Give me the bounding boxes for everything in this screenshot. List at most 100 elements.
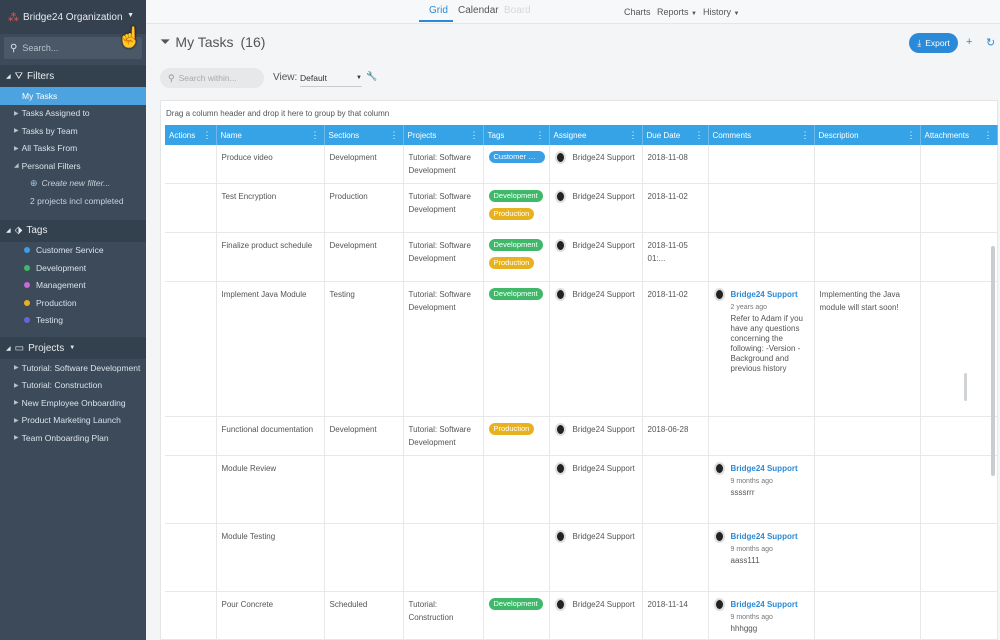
tab-calendar[interactable]: Calendar	[458, 5, 499, 16]
cell-assignee[interactable]: Bridge24 Support	[549, 145, 643, 184]
cell-comments[interactable]	[708, 183, 815, 233]
cell-actions[interactable]	[165, 183, 217, 233]
tag-chip[interactable]: Development	[488, 190, 543, 202]
table-row[interactable]: Test Encryption Production Tutorial: Softw…	[165, 183, 998, 233]
cell-project[interactable]: Tutorial: Software Development	[403, 416, 484, 456]
cell-project[interactable]: Tutorial: Software Development	[403, 232, 484, 282]
cell-attachments[interactable]	[920, 183, 998, 233]
cell-assignee[interactable]: Bridge24 Support	[549, 183, 643, 233]
column-menu-icon[interactable]: ⋮	[470, 130, 479, 141]
menu-history[interactable]: History ▼	[703, 7, 739, 17]
column-header[interactable]: Sections ⋮	[324, 125, 404, 145]
collapse-icon[interactable]: ◢	[6, 345, 11, 352]
cell-comments[interactable]: Bridge24 Support 2 years ago Refer to Adam…	[708, 281, 815, 417]
sidebar-tag-item[interactable]: Development	[0, 259, 146, 277]
cell-assignee[interactable]: Bridge24 Support	[549, 232, 643, 282]
menu-charts[interactable]: Charts	[624, 7, 651, 17]
table-row[interactable]: Module Testing Bridge24 Support Bridge24 S…	[165, 523, 998, 592]
tag-chip[interactable]: Production	[488, 257, 535, 269]
cell-due-date[interactable]: 2018-11-14	[642, 591, 709, 640]
filters-section-header[interactable]: ◢ ⛛ Filters	[0, 65, 146, 87]
cell-due-date[interactable]: 2018-11-02	[642, 183, 709, 233]
cell-section[interactable]: Production	[324, 183, 404, 233]
column-menu-icon[interactable]: ⋮	[536, 130, 545, 141]
tags-section-header[interactable]: ◢ ⬗ Tags	[0, 219, 146, 242]
column-header[interactable]: Assignee ⋮	[549, 125, 643, 145]
sidebar-item-all-tasks-from[interactable]: ▶ All Tasks From	[0, 140, 146, 158]
cell-description[interactable]	[814, 183, 921, 233]
column-menu-icon[interactable]: ⋮	[801, 130, 810, 141]
cell-tags[interactable]: Development	[483, 591, 550, 640]
sidebar-project-item[interactable]: ▶ Tutorial: Construction	[0, 377, 146, 395]
cell-section[interactable]: Testing	[324, 281, 404, 417]
tag-chip[interactable]: Development	[488, 598, 543, 610]
sidebar-item-tasks-assigned[interactable]: ▶ Tasks Assigned to	[0, 105, 146, 123]
cell-attachments[interactable]	[920, 281, 998, 417]
collapse-icon[interactable]: ◢	[6, 227, 11, 234]
cell-comments[interactable]: Bridge24 Support 9 months ago ssssrrr	[708, 455, 815, 524]
cell-name[interactable]: Implement Java Module	[216, 281, 325, 417]
search-within-input[interactable]: ⚲ Search within...	[160, 68, 264, 88]
cell-project[interactable]: Tutorial: Software Development	[403, 281, 484, 417]
cell-section[interactable]: Development	[324, 145, 404, 184]
table-row[interactable]: Pour Concrete Scheduled Tutorial: Construc…	[165, 591, 998, 640]
column-menu-icon[interactable]: ⋮	[311, 130, 320, 141]
table-row[interactable]: Functional documentation Development Tutor…	[165, 416, 998, 456]
column-menu-icon[interactable]: ⋮	[203, 130, 212, 141]
tab-board[interactable]: Board	[504, 5, 531, 16]
cell-assignee[interactable]: Bridge24 Support	[549, 455, 643, 524]
cell-name[interactable]: Module Testing	[216, 523, 325, 592]
cell-description[interactable]	[814, 416, 921, 456]
cell-due-date[interactable]: 2018-11-05 01:...	[642, 232, 709, 282]
cell-due-date[interactable]	[642, 523, 709, 592]
cell-attachments[interactable]	[920, 416, 998, 456]
add-icon[interactable]: +	[966, 36, 972, 48]
sidebar-tag-item[interactable]: Customer Service	[0, 242, 146, 260]
export-button[interactable]: ⤓ Export	[909, 33, 958, 53]
cell-tags[interactable]: Customer Ser...	[483, 145, 550, 184]
cell-due-date[interactable]: 2018-11-02	[642, 281, 709, 417]
cell-actions[interactable]	[165, 591, 217, 640]
column-menu-icon[interactable]: ⋮	[984, 130, 993, 141]
column-header[interactable]: Actions ⋮	[165, 125, 217, 145]
cell-name[interactable]: Finalize product schedule	[216, 232, 325, 282]
table-row[interactable]: Implement Java Module Testing Tutorial: So…	[165, 281, 998, 417]
cell-attachments[interactable]	[920, 523, 998, 592]
cell-actions[interactable]	[165, 145, 217, 184]
projects-section-header[interactable]: ◢ ▭ Projects ▼	[0, 337, 146, 359]
column-header[interactable]: Name ⋮	[216, 125, 325, 145]
cell-actions[interactable]	[165, 232, 217, 282]
cell-tags[interactable]: Development Production	[483, 183, 550, 233]
cell-assignee[interactable]: Bridge24 Support	[549, 523, 643, 592]
table-row[interactable]: Finalize product schedule Development Tuto…	[165, 232, 998, 282]
tag-chip[interactable]: Customer Ser...	[488, 151, 545, 163]
menu-reports[interactable]: Reports ▼	[657, 7, 697, 17]
cell-project[interactable]: Tutorial: Construction	[403, 591, 484, 640]
cell-attachments[interactable]	[920, 455, 998, 524]
cell-comments[interactable]	[708, 416, 815, 456]
comment-author[interactable]: Bridge24 Support	[731, 288, 809, 301]
cell-project[interactable]: Tutorial: Software Development	[403, 145, 484, 184]
column-header[interactable]: Due Date ⋮	[642, 125, 709, 145]
cell-section[interactable]: Development	[324, 416, 404, 456]
cell-due-date[interactable]: 2018-06-28	[642, 416, 709, 456]
refresh-icon[interactable]: ↻	[986, 36, 995, 49]
sidebar-item-personal-filters[interactable]: ◢ Personal Filters	[0, 157, 146, 175]
cell-description[interactable]	[814, 591, 921, 640]
grid-scrollbar[interactable]	[991, 246, 995, 476]
cell-section[interactable]: Development	[324, 232, 404, 282]
cell-comments[interactable]: Bridge24 Support 9 months ago aass111	[708, 523, 815, 592]
cell-description[interactable]	[814, 145, 921, 184]
column-header[interactable]: Projects ⋮	[403, 125, 484, 145]
cell-assignee[interactable]: Bridge24 Support	[549, 416, 643, 456]
cell-actions[interactable]	[165, 523, 217, 592]
cell-actions[interactable]	[165, 455, 217, 524]
create-new-filter-link[interactable]: ⊕ Create new filter...	[0, 175, 146, 193]
column-header[interactable]: Comments ⋮	[708, 125, 815, 145]
cell-assignee[interactable]: Bridge24 Support	[549, 591, 643, 640]
sidebar-project-item[interactable]: ▶ New Employee Onboarding	[0, 394, 146, 412]
column-header[interactable]: Description ⋮	[814, 125, 921, 145]
chevron-down-icon[interactable]: ▼	[127, 12, 134, 19]
comment-author[interactable]: Bridge24 Support	[731, 462, 798, 475]
sidebar-tag-item[interactable]: Production	[0, 294, 146, 312]
